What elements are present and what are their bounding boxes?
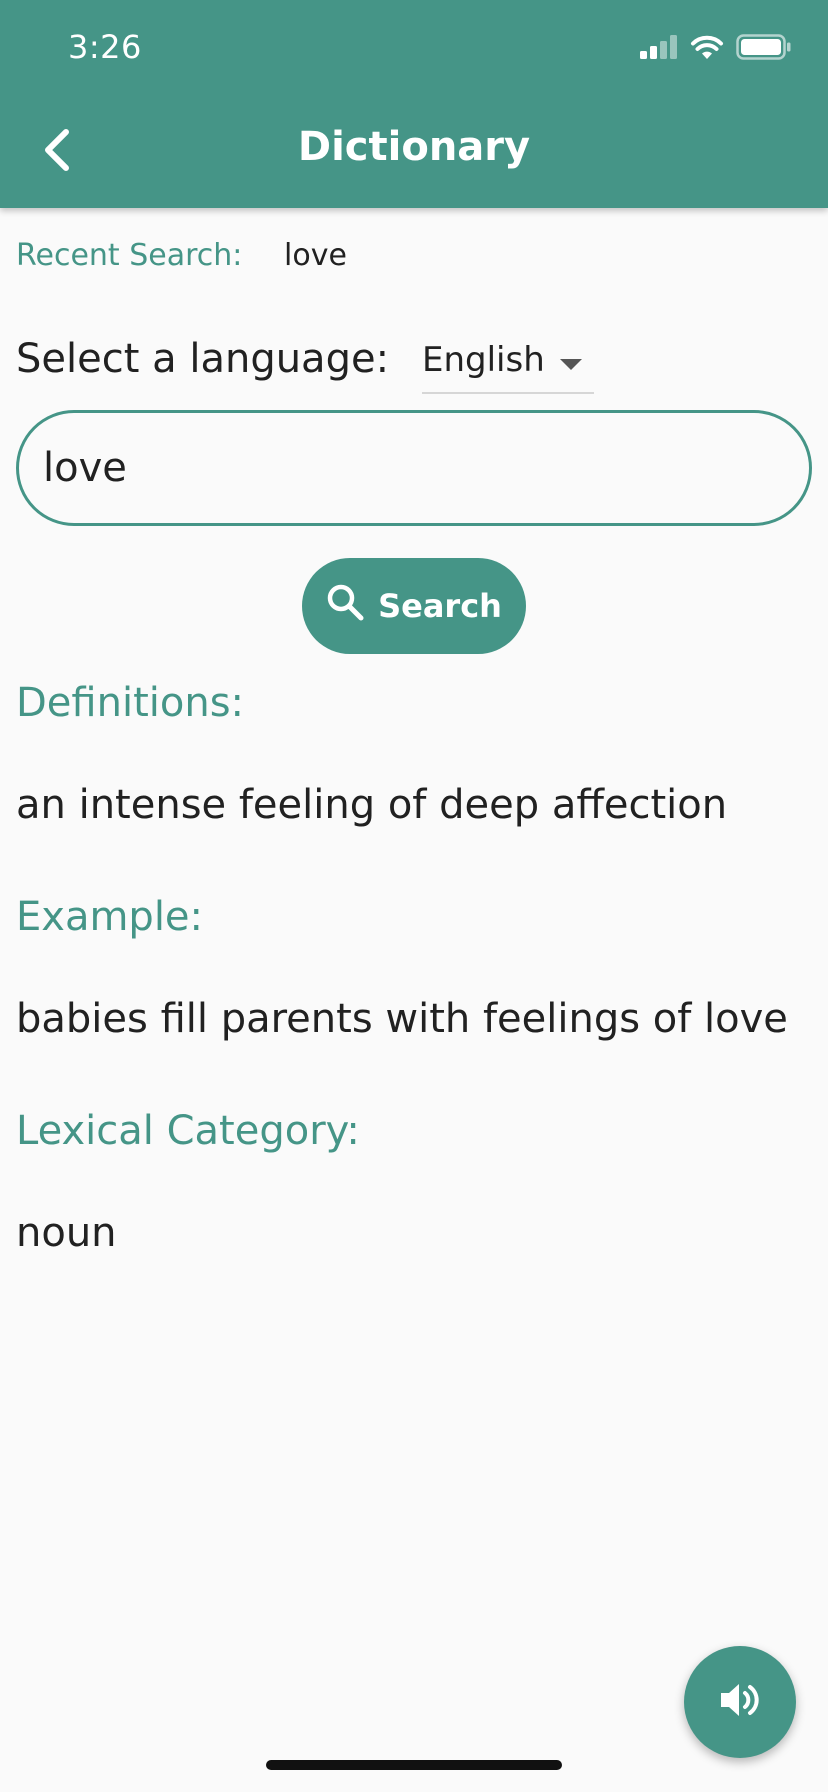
speaker-icon (719, 1680, 761, 1724)
status-time: 3:26 (68, 28, 142, 66)
pronounce-button[interactable] (684, 1646, 796, 1758)
recent-search-value[interactable]: love (284, 238, 347, 273)
dictionary-screen: 3:26 Dictionary Recent Search: love Sele… (0, 0, 828, 1792)
dropdown-arrow-icon (560, 356, 582, 375)
search-button[interactable]: Search (302, 558, 526, 654)
language-selected-value: English (422, 340, 545, 380)
cellular-signal-icon (640, 35, 678, 63)
recent-search-label: Recent Search: (16, 238, 243, 273)
lexical-category-text: noun (16, 1210, 117, 1256)
wifi-icon (690, 34, 724, 64)
battery-icon (736, 34, 792, 64)
example-text: babies fill parents with feelings of lov… (16, 996, 788, 1042)
search-input[interactable] (16, 410, 812, 526)
home-indicator[interactable] (266, 1760, 562, 1770)
search-icon (326, 583, 364, 629)
language-dropdown[interactable]: English (422, 336, 594, 394)
language-label: Select a language: (16, 336, 390, 382)
definitions-heading: Definitions: (16, 680, 245, 726)
definition-text: an intense feeling of deep affection (16, 782, 728, 828)
page-title: Dictionary (297, 124, 531, 170)
example-heading: Example: (16, 894, 204, 940)
search-button-label: Search (378, 587, 502, 625)
status-icons (640, 34, 792, 64)
lexical-category-heading: Lexical Category: (16, 1108, 360, 1154)
app-bar: 3:26 Dictionary (0, 0, 828, 208)
